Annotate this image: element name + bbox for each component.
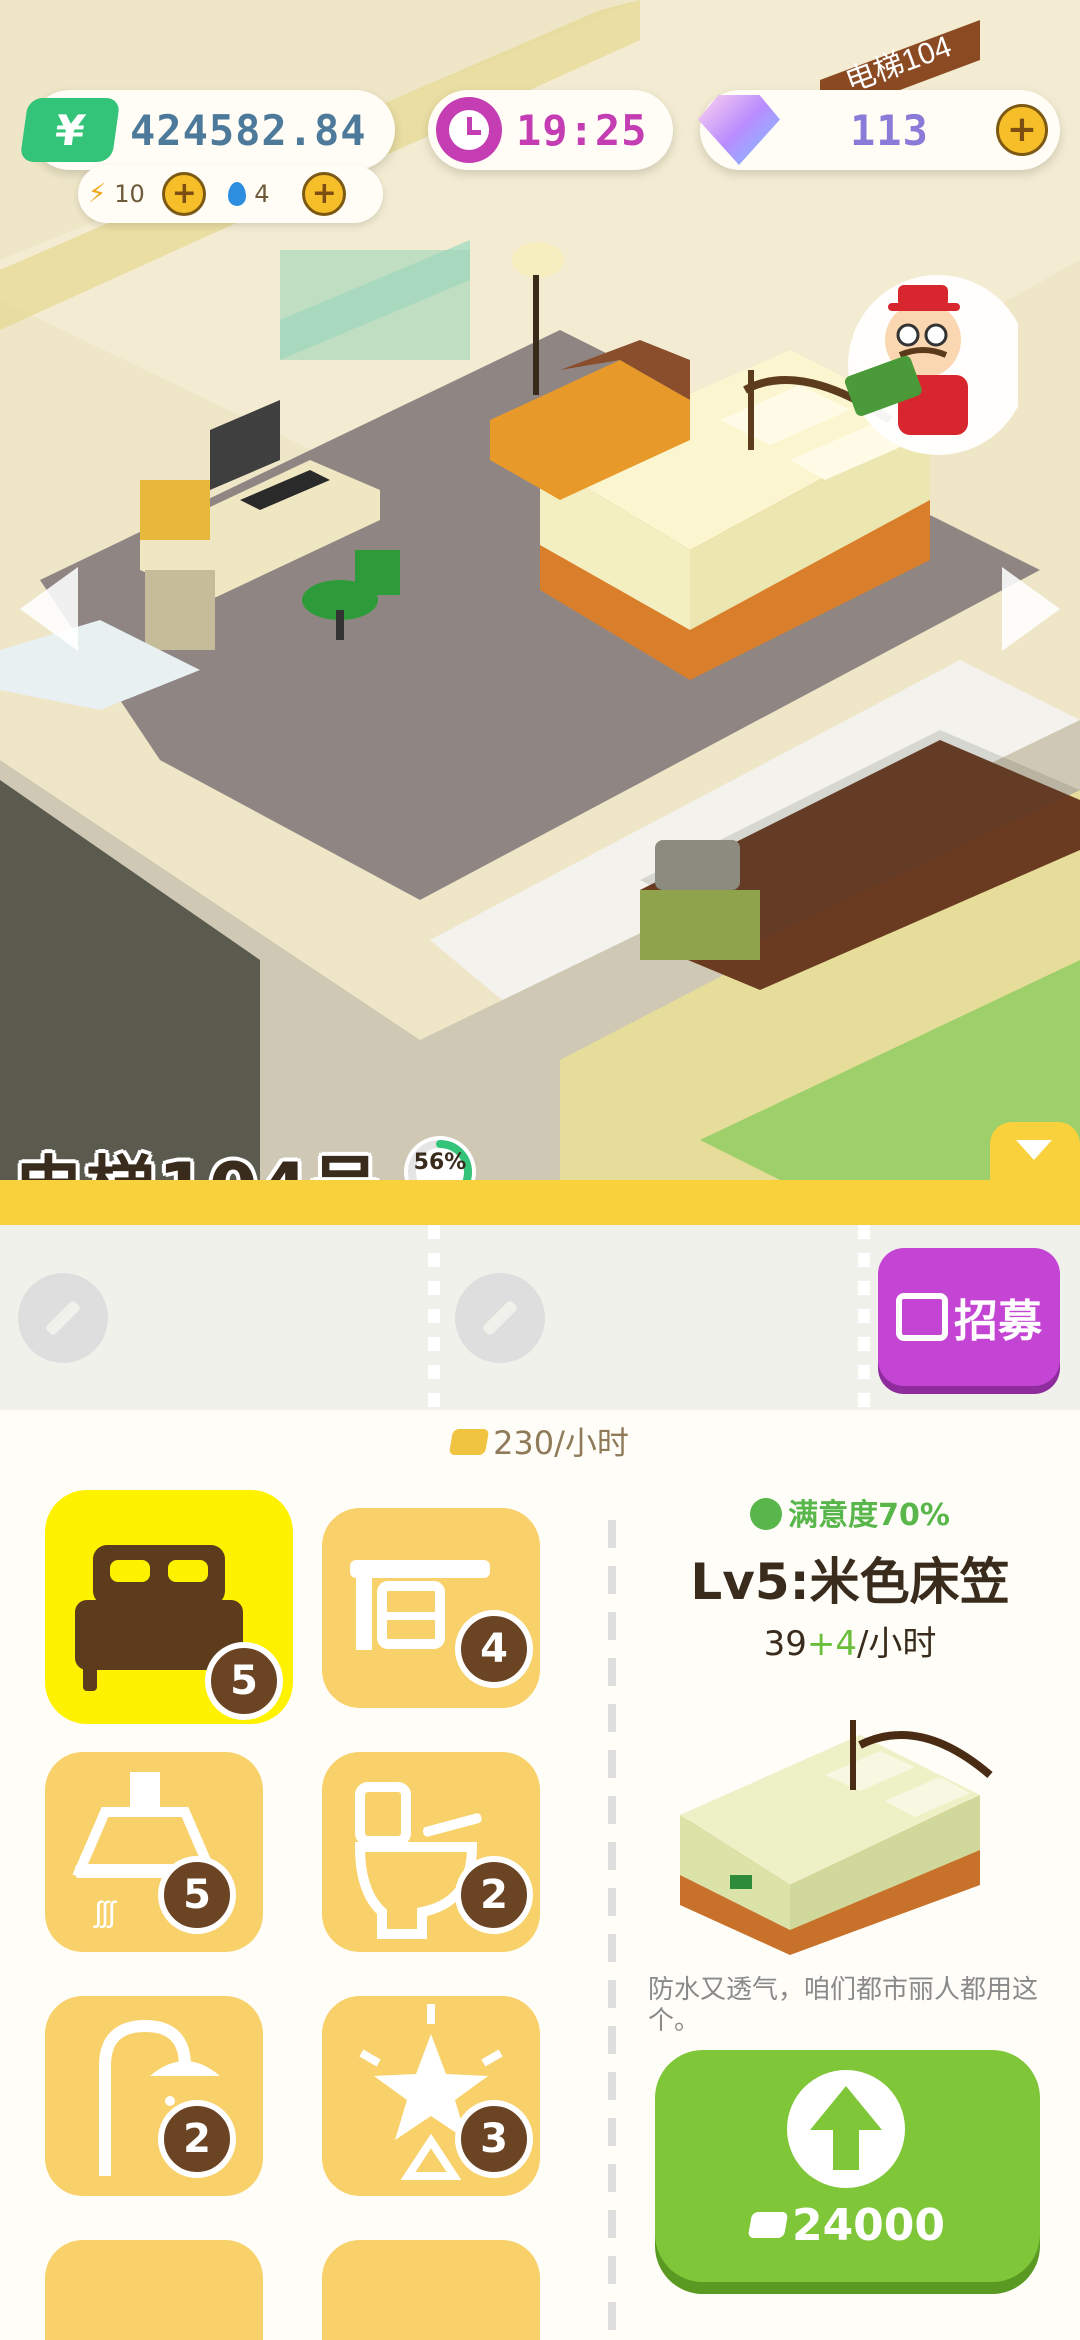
income-rate: 230/小时 [0, 1418, 1080, 1464]
coin-icon [448, 1429, 490, 1455]
time-display: 19:25 [428, 90, 673, 170]
item-description: 防水又透气，咱们都市丽人都用这个。 [648, 1975, 1039, 2037]
rate-base: 39 [763, 1624, 807, 1664]
level-badge: 5 [205, 1642, 283, 1720]
collapse-panel-button[interactable] [990, 1122, 1080, 1184]
landlord-character-button[interactable] [828, 255, 1028, 465]
gem-display: 113 + [698, 90, 1060, 170]
empty-staff-slot-icon[interactable] [18, 1273, 108, 1363]
level-badge: 4 [455, 1610, 533, 1688]
svg-text:ʃʃʃ: ʃʃʃ [93, 1896, 117, 1929]
level-badge: 2 [455, 1856, 533, 1934]
next-room-arrow-icon[interactable] [1002, 567, 1060, 651]
slot-divider [428, 1225, 440, 1410]
category-tile-more[interactable] [45, 2240, 263, 2340]
income-value: 230/小时 [493, 1424, 629, 1462]
range-hood-icon: ʃʃʃ [72, 1772, 218, 1929]
satisfaction-value: 满意度70% [788, 1498, 950, 1533]
panel-divider [608, 1520, 616, 2340]
add-water-button[interactable]: + [302, 172, 347, 216]
energy-icon: ⚡ [88, 179, 107, 209]
room-scene[interactable]: 电梯104 ¥ 424582.84 19:25 113 + ⚡ 10 + 4 + [0, 0, 1080, 1180]
panel-header [0, 1180, 1080, 1225]
progress-label: 56% [413, 1150, 467, 1175]
slot-divider [858, 1225, 870, 1410]
money-icon: ¥ [19, 98, 121, 162]
rate-unit: /小时 [856, 1624, 937, 1664]
money-value: 424582.84 [130, 105, 367, 155]
level-badge: 3 [455, 2100, 533, 2178]
time-value: 19:25 [516, 105, 648, 155]
recruit-icon [896, 1293, 948, 1341]
gem-icon [698, 95, 780, 165]
category-tile-desk[interactable]: 4 [322, 1508, 540, 1708]
empty-staff-slot-icon[interactable] [455, 1273, 545, 1363]
water-drop-icon [228, 182, 247, 206]
rate-bonus: +4 [806, 1624, 857, 1664]
upgrade-cost-value: 24000 [791, 2200, 946, 2251]
category-tile-range-hood[interactable]: ʃʃʃ 5 [45, 1752, 263, 1952]
item-rate: 39+4/小时 [640, 1616, 1060, 1665]
shower-icon [99, 2019, 220, 2176]
room-management-panel: 招募 230/小时 5 4 ʃʃʃ 5 2 2 3 满意度70% Lv5:米色床… [0, 1180, 1080, 2340]
furniture-category-grid: 5 4 ʃʃʃ 5 2 2 3 [45, 1490, 545, 2340]
bed-preview-image [680, 1720, 993, 1955]
upgrade-button[interactable]: 24000 [655, 2050, 1040, 2282]
item-name: Lv5:米色床笠 [690, 1553, 1010, 1611]
upgrade-arrow-icon [787, 2070, 905, 2188]
level-badge: 2 [158, 2100, 236, 2178]
upgrade-cost: 24000 [655, 2200, 1040, 2251]
item-detail: 满意度70% Lv5:米色床笠 39+4/小时 [640, 1490, 1060, 1959]
category-tile-toilet[interactable]: 2 [322, 1752, 540, 1952]
category-tile-more[interactable] [322, 2240, 540, 2340]
add-gems-button[interactable]: + [996, 104, 1048, 156]
coin-icon [747, 2212, 789, 2238]
add-energy-button[interactable]: + [162, 172, 207, 216]
clock-icon [436, 97, 502, 163]
satisfaction-label: 满意度70% [640, 1490, 1060, 1534]
gem-value: 113 [850, 105, 929, 155]
resources-bar: ⚡ 10 + 4 + [78, 165, 383, 223]
water-value: 4 [254, 180, 270, 208]
smiley-icon [750, 1497, 783, 1530]
energy-value: 10 [114, 180, 145, 208]
category-tile-decoration[interactable]: 3 [322, 1996, 540, 2196]
category-tile-bed[interactable]: 5 [45, 1490, 293, 1724]
money-display: ¥ 424582.84 [19, 90, 395, 170]
level-badge: 5 [158, 1856, 236, 1934]
landlord-portrait-icon [844, 275, 1028, 455]
previous-room-arrow-icon[interactable] [20, 567, 78, 651]
category-tile-shower[interactable]: 2 [45, 1996, 263, 2196]
recruit-label: 招募 [954, 1296, 1042, 1347]
recruit-button[interactable]: 招募 [878, 1248, 1060, 1386]
